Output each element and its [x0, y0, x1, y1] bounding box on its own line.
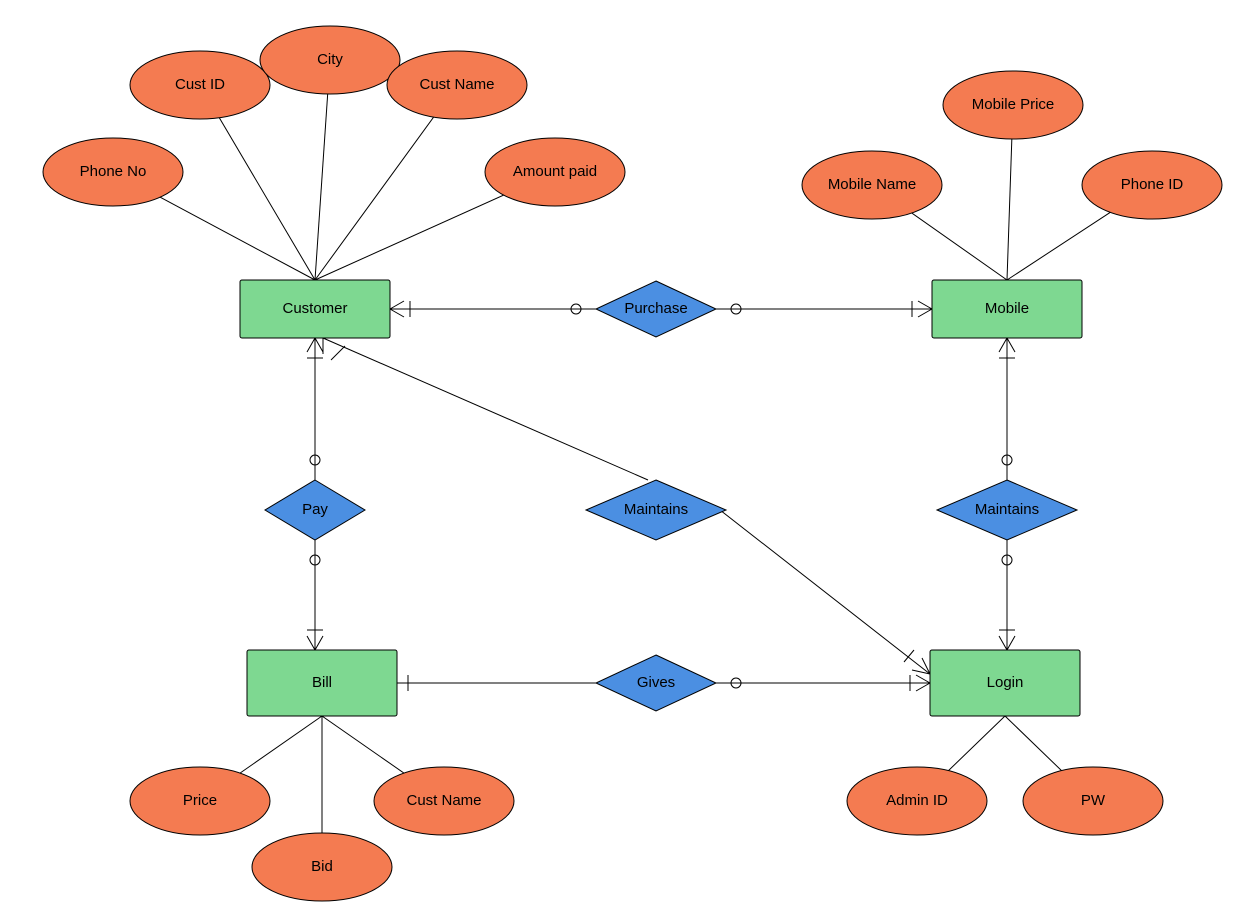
attr-mobile-price: Mobile Price	[943, 71, 1083, 139]
attr-pw-label: PW	[1081, 792, 1106, 809]
attr-mobile-name: Mobile Name	[802, 151, 942, 219]
conn-pay-bill	[307, 540, 323, 650]
conn-purchase-mobile	[716, 301, 932, 317]
attr-cust-name-bill: Cust Name	[374, 767, 514, 835]
entity-customer: Customer	[240, 280, 390, 338]
attr-cust-name-label: Cust Name	[419, 76, 494, 93]
attr-bid: Bid	[252, 833, 392, 901]
attr-phone-id: Phone ID	[1082, 151, 1222, 219]
attr-amount-paid-label: Amount paid	[513, 163, 597, 180]
entity-mobile-label: Mobile	[985, 300, 1029, 317]
attr-price: Price	[130, 767, 270, 835]
conn-customer-pay	[307, 338, 323, 480]
attr-phone-id-label: Phone ID	[1121, 176, 1184, 193]
attr-phone-no: Phone No	[43, 138, 183, 206]
attr-bid-label: Bid	[311, 858, 333, 875]
attr-admin-id-label: Admin ID	[886, 792, 948, 809]
attr-cust-id: Cust ID	[130, 51, 270, 119]
relationship-purchase: Purchase	[596, 281, 716, 337]
relationship-purchase-label: Purchase	[624, 300, 687, 317]
attr-price-label: Price	[183, 792, 217, 809]
relationship-pay-label: Pay	[302, 501, 328, 518]
relationship-maintains-right-label: Maintains	[975, 501, 1039, 518]
entity-login: Login	[930, 650, 1080, 716]
conn-maintains-center-login	[720, 510, 930, 674]
relationship-maintains-center-label: Maintains	[624, 501, 688, 518]
entity-bill: Bill	[247, 650, 397, 716]
conn-customer-purchase	[390, 301, 596, 317]
attr-cust-name-bill-label: Cust Name	[406, 792, 481, 809]
er-diagram: Customer Mobile Bill Login Purchase Pay …	[0, 0, 1250, 921]
relationship-gives-label: Gives	[637, 674, 675, 691]
conn-gives-login	[716, 675, 930, 691]
entity-login-label: Login	[987, 674, 1024, 691]
attr-admin-id: Admin ID	[847, 767, 987, 835]
conn-maintains-login	[999, 540, 1015, 650]
attr-mobile-price-label: Mobile Price	[972, 96, 1055, 113]
attr-city: City	[260, 26, 400, 94]
entity-mobile: Mobile	[932, 280, 1082, 338]
entity-customer-label: Customer	[282, 300, 347, 317]
attr-pw: PW	[1023, 767, 1163, 835]
attr-cust-name: Cust Name	[387, 51, 527, 119]
conn-mobile-maintains	[999, 338, 1015, 480]
entity-bill-label: Bill	[312, 674, 332, 691]
relationship-pay: Pay	[265, 480, 365, 540]
attr-city-label: City	[317, 51, 343, 68]
attr-cust-id-label: Cust ID	[175, 76, 225, 93]
relationship-gives: Gives	[596, 655, 716, 711]
attr-amount-paid: Amount paid	[485, 138, 625, 206]
attr-mobile-name-label: Mobile Name	[828, 176, 916, 193]
relationship-maintains-right: Maintains	[937, 480, 1077, 540]
conn-bill-gives	[397, 675, 596, 691]
relationship-maintains-center: Maintains	[586, 480, 726, 540]
attr-phone-no-label: Phone No	[80, 163, 147, 180]
conn-customer-maintains-center	[323, 338, 648, 480]
